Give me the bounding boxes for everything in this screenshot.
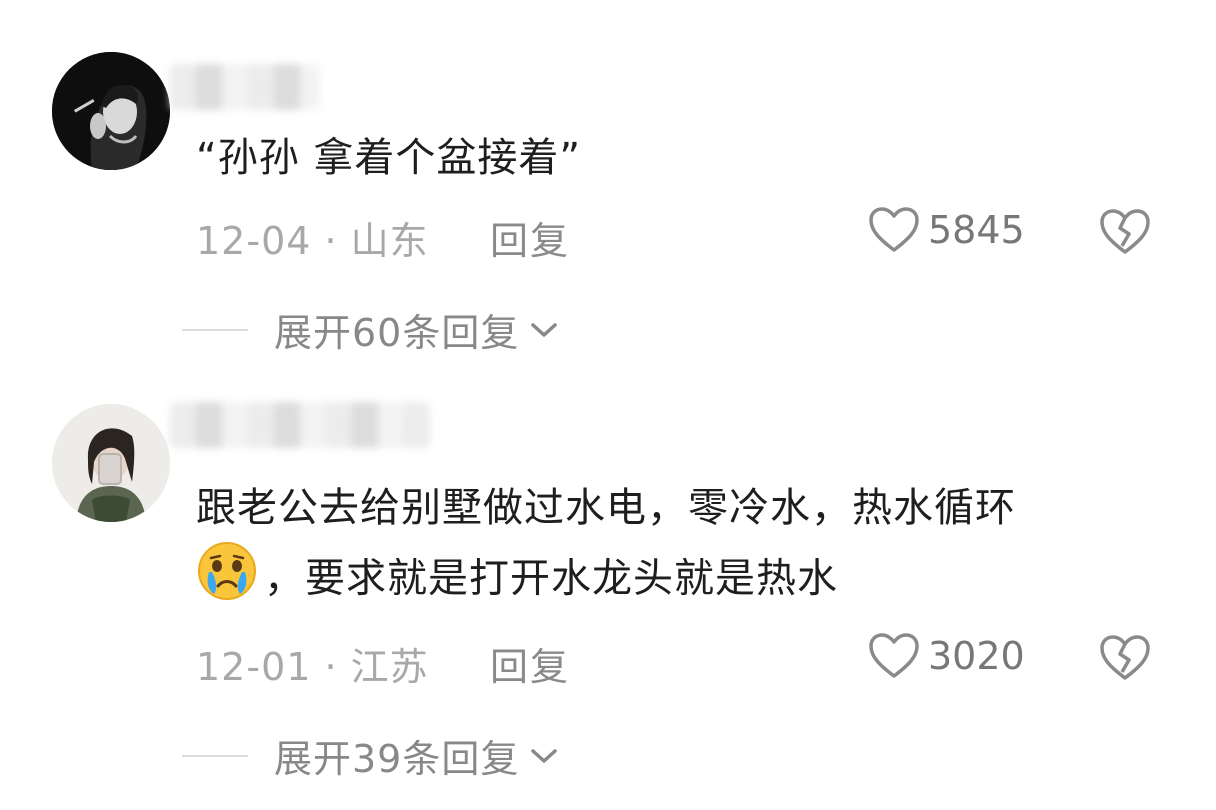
divider (182, 754, 248, 757)
expand-replies-label: 展开39条回复 (274, 737, 520, 781)
dislike-button[interactable] (1098, 208, 1152, 260)
avatar-photo (52, 404, 170, 522)
comment-text: “孙孙 拿着个盆接着” (196, 135, 582, 181)
expand-replies-button[interactable]: 展开60条回复 (182, 302, 561, 357)
avatar[interactable] (52, 52, 170, 170)
comment-text: 跟老公去给别墅做过水电，零冷水，热水循环 ，要求就是打开水龙头就是热水 (196, 476, 1168, 621)
avatar[interactable] (52, 404, 170, 522)
chevron-down-icon (531, 322, 558, 337)
comment-date-region: 12-04 · 山东 (196, 219, 429, 263)
like-count: 5845 (928, 208, 1025, 252)
like-button[interactable]: 5845 (868, 206, 1025, 254)
heart-outline-icon (869, 207, 919, 252)
username[interactable] (170, 402, 430, 448)
expand-replies-button[interactable]: 展开39条回复 (182, 728, 561, 783)
avatar-photo (52, 52, 170, 170)
comment-date-region: 12-01 · 江苏 (196, 645, 429, 689)
divider (182, 328, 248, 331)
crying-face-emoji-icon (196, 540, 258, 621)
broken-heart-icon (1100, 635, 1150, 680)
expand-replies-label: 展开60条回复 (274, 311, 520, 355)
comment-text-line: 跟老公去给别墅做过水电，零冷水，热水循环 (196, 485, 1016, 531)
comment-text-continued: ，要求就是打开水龙头就是热水 (264, 555, 838, 602)
reply-button[interactable]: 回复 (490, 210, 570, 265)
comment-text-line: ，要求就是打开水龙头就是热水 (196, 540, 1168, 621)
like-button[interactable]: 3020 (868, 632, 1025, 680)
like-count: 3020 (928, 634, 1025, 678)
reply-button[interactable]: 回复 (490, 636, 570, 691)
heart-outline-icon (869, 633, 919, 678)
chevron-down-icon (531, 748, 558, 763)
broken-heart-icon (1100, 209, 1150, 254)
username[interactable] (170, 64, 320, 110)
dislike-button[interactable] (1098, 634, 1152, 686)
